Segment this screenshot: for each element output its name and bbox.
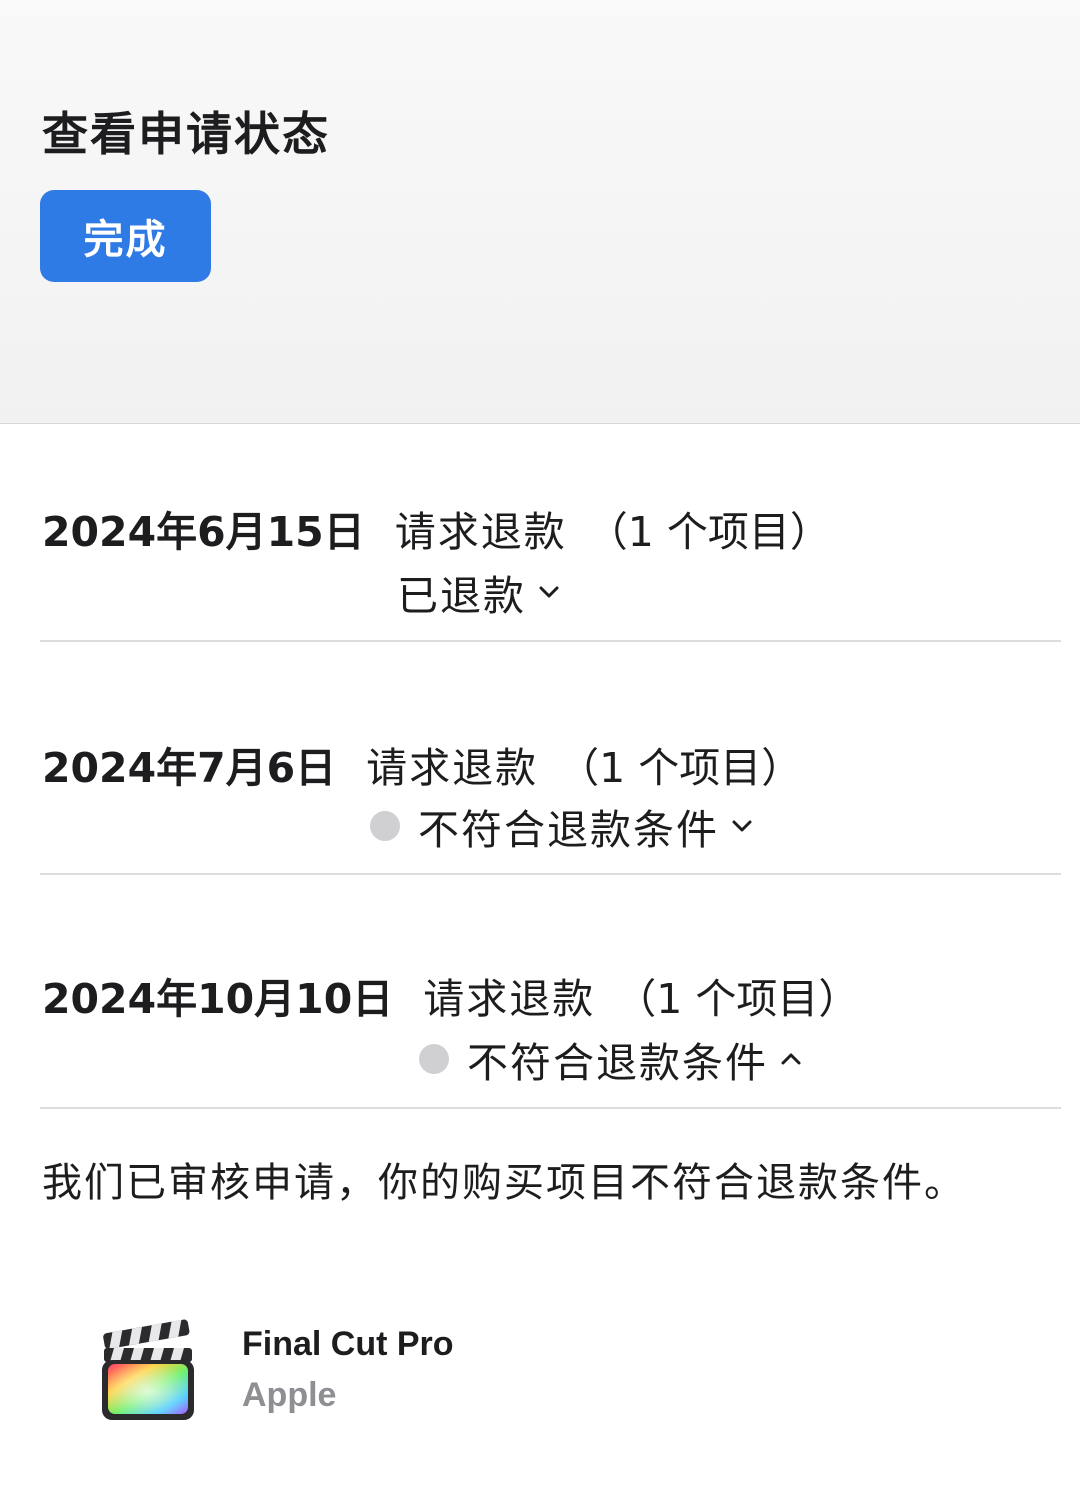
request-item: 2024年7月6日 请求退款 （1 个项目） 不符合退款条件 bbox=[40, 642, 1061, 875]
request-date: 2024年7月6日 bbox=[42, 744, 337, 792]
request-item: 2024年6月15日 请求退款 （1 个项目） 已退款 bbox=[40, 424, 1061, 642]
chevron-down-icon bbox=[539, 586, 559, 598]
review-message: 我们已审核申请，你的购买项目不符合退款条件。 bbox=[42, 1160, 966, 1206]
page-title: 查看申请状态 bbox=[42, 107, 330, 161]
chevron-down-icon bbox=[732, 820, 752, 832]
app-texts: Final Cut Pro Apple bbox=[242, 1325, 454, 1415]
app-item[interactable]: Final Cut Pro Apple bbox=[100, 1318, 454, 1422]
request-header: 2024年6月15日 请求退款 （1 个项目） bbox=[42, 498, 831, 558]
request-item: 2024年10月10日 请求退款 （1 个项目） 不符合退款条件 bbox=[40, 875, 1061, 1109]
request-header: 2024年7月6日 请求退款 （1 个项目） bbox=[42, 734, 802, 794]
final-cut-pro-icon bbox=[102, 1319, 194, 1420]
request-type: 请求退款 bbox=[366, 744, 539, 792]
chevron-up-icon bbox=[781, 1053, 801, 1065]
request-header: 2024年10月10日 请求退款 （1 个项目） bbox=[42, 965, 859, 1025]
request-date: 2024年10月10日 bbox=[42, 975, 394, 1023]
status-toggle[interactable]: 已退款 bbox=[397, 562, 562, 622]
header: 查看申请状态 完成 bbox=[0, 0, 1080, 424]
request-count: （1 个项目） bbox=[586, 508, 831, 556]
status-toggle[interactable]: 不符合退款条件 bbox=[419, 1029, 804, 1089]
request-type: 请求退款 bbox=[394, 508, 567, 556]
app-developer: Apple bbox=[242, 1376, 337, 1414]
status-toggle[interactable]: 不符合退款条件 bbox=[370, 796, 755, 856]
request-date: 2024年6月15日 bbox=[42, 508, 365, 556]
status-dot bbox=[370, 811, 400, 841]
request-type: 请求退款 bbox=[423, 975, 596, 1023]
status-label: 已退款 bbox=[397, 572, 526, 620]
status-dot bbox=[419, 1044, 449, 1074]
done-button[interactable]: 完成 bbox=[40, 190, 211, 282]
status-label: 不符合退款条件 bbox=[418, 806, 719, 854]
request-count: （1 个项目） bbox=[615, 975, 860, 1023]
request-count: （1 个项目） bbox=[558, 744, 803, 792]
status-label: 不符合退款条件 bbox=[467, 1039, 768, 1087]
app-name: Final Cut Pro bbox=[242, 1325, 454, 1363]
